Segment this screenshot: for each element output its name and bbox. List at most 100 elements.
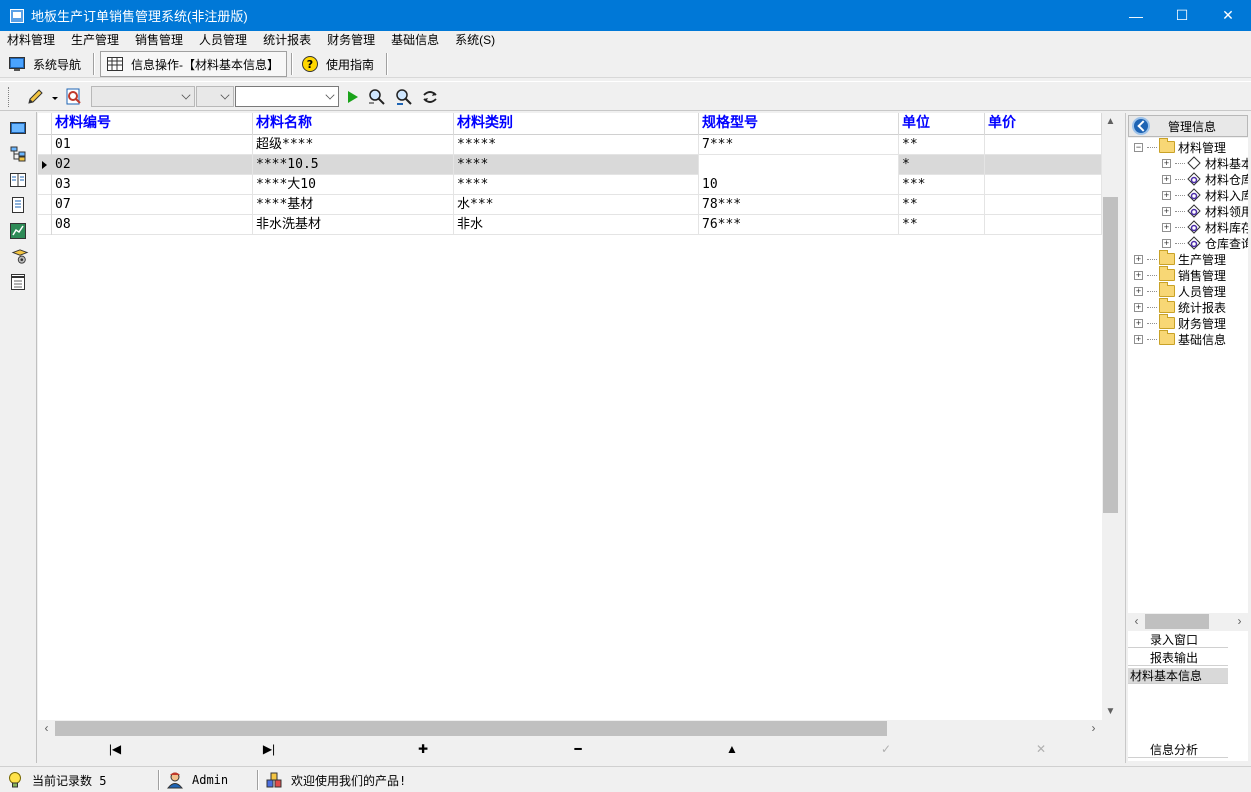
- col-material-type[interactable]: 材料类别: [454, 113, 699, 135]
- tree-node-sales[interactable]: + 销售管理: [1134, 266, 1226, 283]
- tree-leaf[interactable]: + 材料库存: [1162, 219, 1248, 235]
- expand-icon[interactable]: +: [1134, 302, 1143, 312]
- tree-node-material[interactable]: − 材料管理: [1134, 138, 1226, 155]
- scroll-up-icon[interactable]: ▲: [1102, 113, 1119, 130]
- cell-name[interactable]: ****大10: [253, 175, 454, 195]
- row-indicator[interactable]: [38, 215, 52, 235]
- menu-finance[interactable]: 财务管理: [320, 31, 384, 50]
- info-analysis-item[interactable]: 信息分析: [1128, 742, 1228, 758]
- current-row-indicator[interactable]: [38, 155, 52, 175]
- info-op-tab[interactable]: 信息操作-【材料基本信息】: [100, 51, 287, 77]
- menu-system[interactable]: 系统(S): [448, 31, 504, 50]
- col-spec[interactable]: 规格型号: [699, 113, 899, 135]
- expand-icon[interactable]: +: [1162, 158, 1171, 168]
- find-next-icon[interactable]: [395, 88, 413, 106]
- tree-node-basic-info[interactable]: + 基础信息: [1134, 330, 1226, 347]
- scroll-down-icon[interactable]: ▼: [1102, 703, 1119, 720]
- grid-vertical-scrollbar[interactable]: ▲ ▼: [1102, 113, 1119, 720]
- scroll-right-icon[interactable]: ›: [1231, 613, 1248, 630]
- cell-unit[interactable]: *: [899, 155, 985, 175]
- cell-unit[interactable]: ***: [899, 175, 985, 195]
- tree-leaf[interactable]: + 材料领用: [1162, 203, 1248, 219]
- cell-type[interactable]: *****: [454, 135, 699, 155]
- tree-node-personnel[interactable]: + 人员管理: [1134, 282, 1226, 299]
- tree-leaf[interactable]: + 仓库查询: [1162, 235, 1248, 251]
- cell-type[interactable]: 水***: [454, 195, 699, 215]
- cell-name[interactable]: 超级****: [253, 135, 454, 155]
- tree-leaf[interactable]: +材料基本信息: [1162, 155, 1248, 171]
- list-icon[interactable]: [10, 274, 26, 290]
- system-nav-button[interactable]: 系统导航: [9, 51, 81, 77]
- tree-icon[interactable]: [10, 146, 30, 162]
- tree-leaf[interactable]: + 材料仓库: [1162, 171, 1248, 187]
- find-icon[interactable]: [368, 88, 386, 106]
- cell-code[interactable]: 08: [52, 215, 253, 235]
- dropdown-arrow-icon[interactable]: [50, 88, 60, 106]
- cell-spec[interactable]: 10: [699, 175, 899, 195]
- tree-node-production[interactable]: + 生产管理: [1134, 250, 1226, 267]
- maximize-button[interactable]: ☐: [1159, 0, 1205, 31]
- cell-spec[interactable]: 7***: [699, 135, 899, 155]
- material-info-item[interactable]: 材料基本信息: [1128, 668, 1228, 684]
- document-icon[interactable]: [10, 197, 26, 213]
- menu-personnel[interactable]: 人员管理: [192, 31, 256, 50]
- menu-basic-info[interactable]: 基础信息: [384, 31, 448, 50]
- report-output-item[interactable]: 报表输出: [1128, 650, 1228, 666]
- expand-icon[interactable]: +: [1162, 238, 1171, 248]
- expand-icon[interactable]: +: [1162, 222, 1171, 232]
- cell-price[interactable]: [985, 135, 1102, 155]
- add-record-button[interactable]: ✚: [346, 737, 500, 761]
- data-grid[interactable]: 材料编号 材料名称 材料类别 规格型号 单位 单价 01 超级**** ****…: [38, 113, 1102, 720]
- entry-window-item[interactable]: 录入窗口: [1128, 632, 1228, 648]
- back-icon[interactable]: [1132, 117, 1150, 135]
- cell-spec[interactable]: 78***: [699, 195, 899, 215]
- table-row[interactable]: 03 ****大10 **** 10 ***: [38, 175, 1102, 195]
- cell-spec[interactable]: 76***: [699, 215, 899, 235]
- toolbar-grip[interactable]: [8, 87, 11, 107]
- book-icon[interactable]: [10, 172, 26, 188]
- expand-icon[interactable]: +: [1162, 206, 1171, 216]
- search-doc-icon[interactable]: [65, 88, 83, 106]
- guide-button[interactable]: ? 使用指南: [302, 51, 374, 77]
- operator-combo[interactable]: [196, 86, 234, 107]
- pencil-icon[interactable]: [26, 88, 44, 106]
- menu-reports[interactable]: 统计报表: [256, 31, 320, 50]
- row-indicator[interactable]: [38, 135, 52, 155]
- chart-icon[interactable]: [10, 223, 26, 239]
- grid-horizontal-scrollbar[interactable]: ‹ ›: [38, 720, 1102, 737]
- last-record-button[interactable]: ▶|: [192, 737, 346, 761]
- post-record-button[interactable]: ✓: [809, 737, 963, 761]
- cell-code[interactable]: 07: [52, 195, 253, 215]
- expand-icon[interactable]: +: [1134, 270, 1143, 280]
- row-indicator[interactable]: [38, 195, 52, 215]
- collapse-icon[interactable]: −: [1134, 142, 1143, 152]
- cell-code[interactable]: 02: [52, 155, 253, 175]
- table-row[interactable]: 07 ****基材 水*** 78*** **: [38, 195, 1102, 215]
- cancel-record-button[interactable]: ✕: [964, 737, 1118, 761]
- cell-price[interactable]: [985, 195, 1102, 215]
- expand-icon[interactable]: +: [1134, 286, 1143, 296]
- nav-tree[interactable]: − 材料管理 +材料基本信息 +材料仓库 +材料入库 +材料领用 +材料库存 +…: [1128, 138, 1248, 613]
- cell-unit[interactable]: **: [899, 215, 985, 235]
- cell-unit[interactable]: **: [899, 135, 985, 155]
- cell-code[interactable]: 01: [52, 135, 253, 155]
- tree-scroll-thumb[interactable]: [1145, 614, 1209, 629]
- value-combo[interactable]: [235, 86, 339, 107]
- table-row[interactable]: 08 非水洗基材 非水 76*** **: [38, 215, 1102, 235]
- col-material-name[interactable]: 材料名称: [253, 113, 454, 135]
- tree-scrollbar[interactable]: ‹ ›: [1128, 613, 1248, 630]
- refresh-icon[interactable]: [421, 88, 439, 106]
- cell-spec[interactable]: [699, 155, 899, 175]
- cell-name[interactable]: ****基材: [253, 195, 454, 215]
- cell-name[interactable]: 非水洗基材: [253, 215, 454, 235]
- edit-record-button[interactable]: ▲: [655, 737, 809, 761]
- col-unit[interactable]: 单位: [899, 113, 985, 135]
- cell-type[interactable]: 非水: [454, 215, 699, 235]
- expand-icon[interactable]: +: [1134, 254, 1143, 264]
- cell-type[interactable]: ****: [454, 155, 699, 175]
- table-row[interactable]: 01 超级**** ***** 7*** **: [38, 135, 1102, 155]
- cell-code[interactable]: 03: [52, 175, 253, 195]
- tree-leaf[interactable]: + 材料入库: [1162, 187, 1248, 203]
- delete-record-button[interactable]: ━: [501, 737, 655, 761]
- settings-icon[interactable]: [10, 249, 30, 265]
